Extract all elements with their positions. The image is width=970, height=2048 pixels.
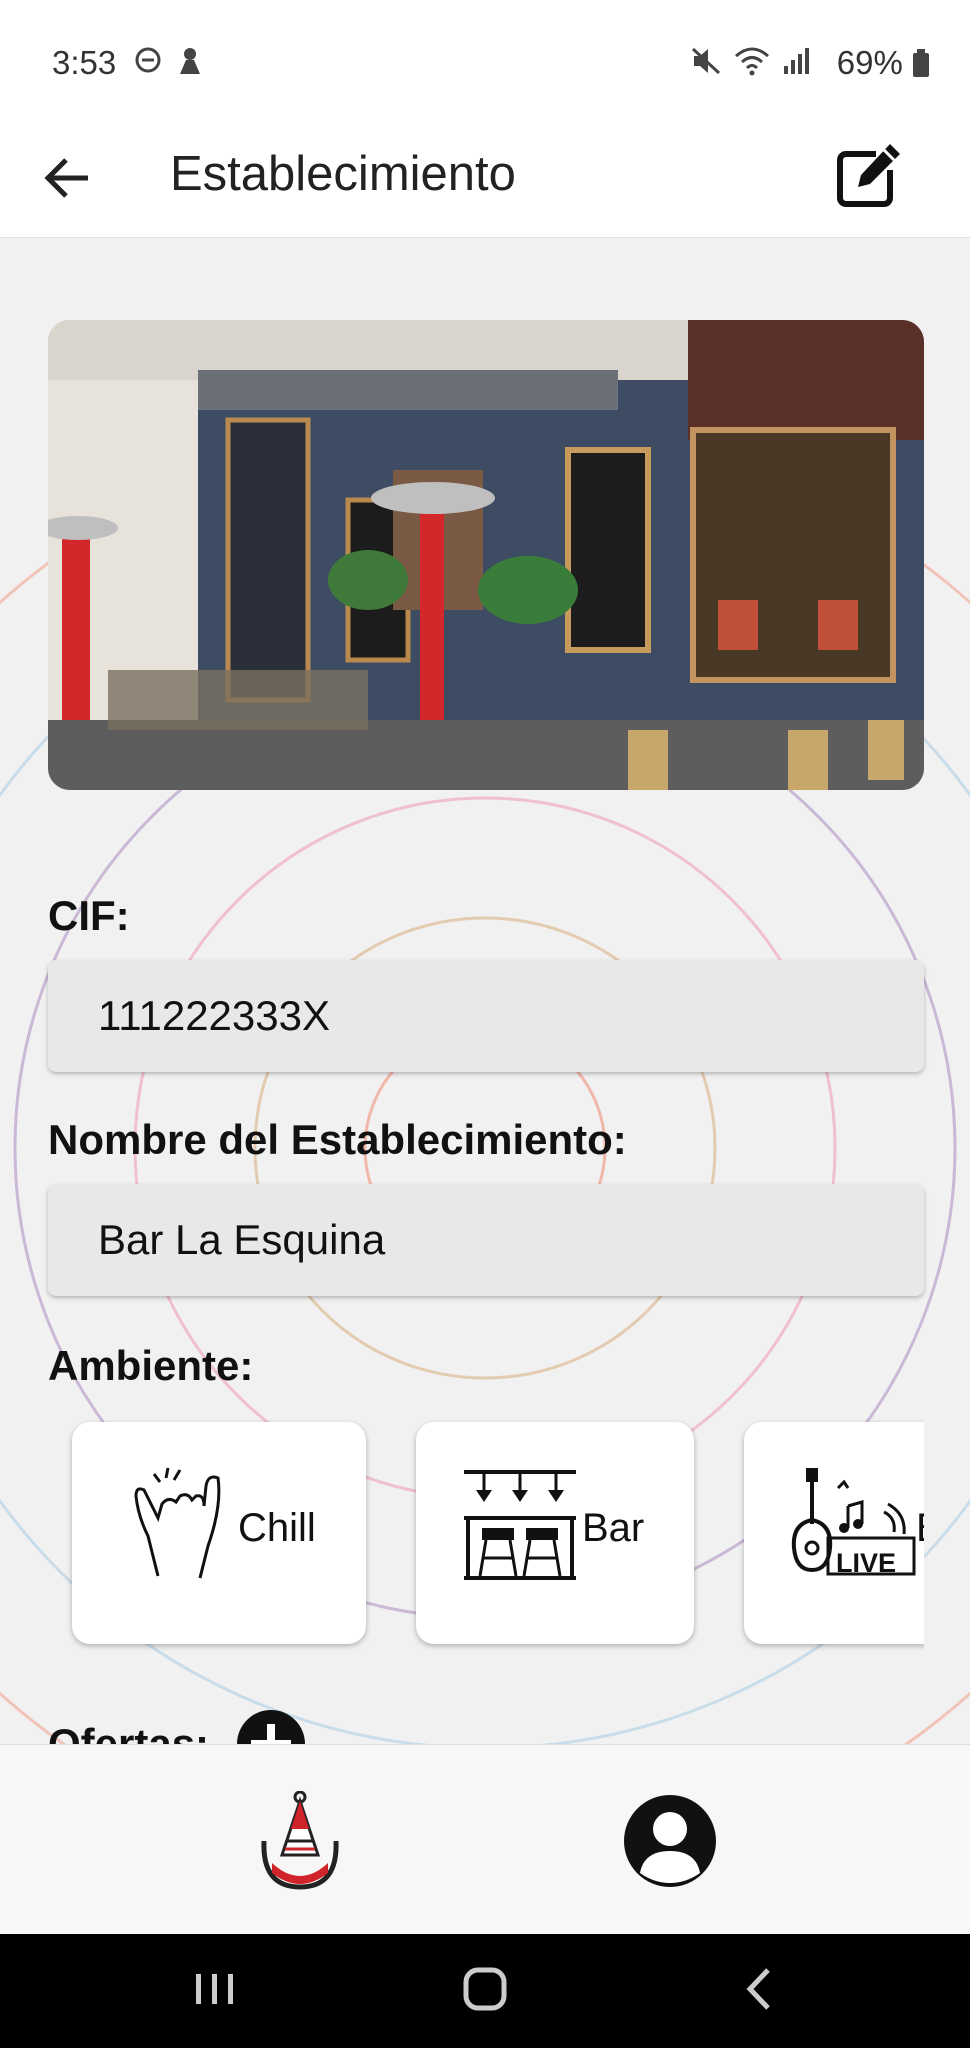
bar-stools-icon (464, 1470, 576, 1580)
recent-apps-icon[interactable] (190, 1964, 240, 2014)
cif-value: 111222333X (98, 992, 331, 1039)
ambiente-label-live: B (916, 1506, 924, 1551)
wifi-icon (735, 47, 769, 76)
ambiente-card-chill[interactable]: Chill (72, 1422, 366, 1644)
ambiente-card-bar[interactable]: Bar (416, 1422, 694, 1644)
notification-icon (180, 48, 200, 74)
app-bar: Establecimiento (0, 122, 970, 238)
signal-icon (784, 48, 809, 74)
status-time: 3:53 (52, 44, 117, 81)
add-offer-icon[interactable] (235, 1708, 307, 1744)
cif-label: CIF: (48, 892, 130, 939)
ambiente-list[interactable]: Chill Bar LIVE (48, 1412, 924, 1658)
system-navigation-bar (0, 1934, 970, 2048)
back-button-icon[interactable] (736, 1964, 786, 2014)
mute-icon (691, 47, 721, 75)
content-area[interactable]: CIF: 111222333X Nombre del Establecimien… (0, 238, 970, 1744)
name-label: Nombre del Establecimiento: (48, 1116, 627, 1163)
ambiente-label-bar: Bar (582, 1506, 645, 1550)
status-bar: 3:53 69% (0, 0, 970, 122)
user-avatar-icon[interactable] (622, 1793, 718, 1889)
back-arrow-icon[interactable] (40, 150, 96, 206)
battery-percent: 69% (836, 44, 903, 81)
battery-icon (913, 49, 929, 77)
name-field[interactable]: Bar La Esquina (48, 1184, 924, 1296)
party-hat-logo-icon[interactable] (258, 1791, 342, 1891)
page-title: Establecimiento (170, 147, 516, 201)
ambiente-label-chill: Chill (238, 1506, 316, 1550)
live-badge: LIVE (836, 1548, 897, 1578)
shaka-hand-icon (134, 1467, 221, 1579)
cif-field[interactable]: 111222333X (48, 960, 924, 1072)
ambiente-label: Ambiente: (48, 1342, 254, 1389)
ofertas-label: Ofertas: (48, 1720, 210, 1744)
ofertas-row: Ofertas: (48, 1708, 307, 1744)
name-value: Bar La Esquina (98, 1216, 386, 1263)
establishment-photo (48, 320, 924, 790)
bottom-navigation (0, 1744, 970, 1934)
edit-icon[interactable] (834, 140, 904, 210)
ambiente-card-live[interactable]: LIVE B (744, 1422, 924, 1644)
home-button-icon[interactable] (460, 1964, 510, 2014)
do-not-disturb-icon (135, 47, 161, 73)
